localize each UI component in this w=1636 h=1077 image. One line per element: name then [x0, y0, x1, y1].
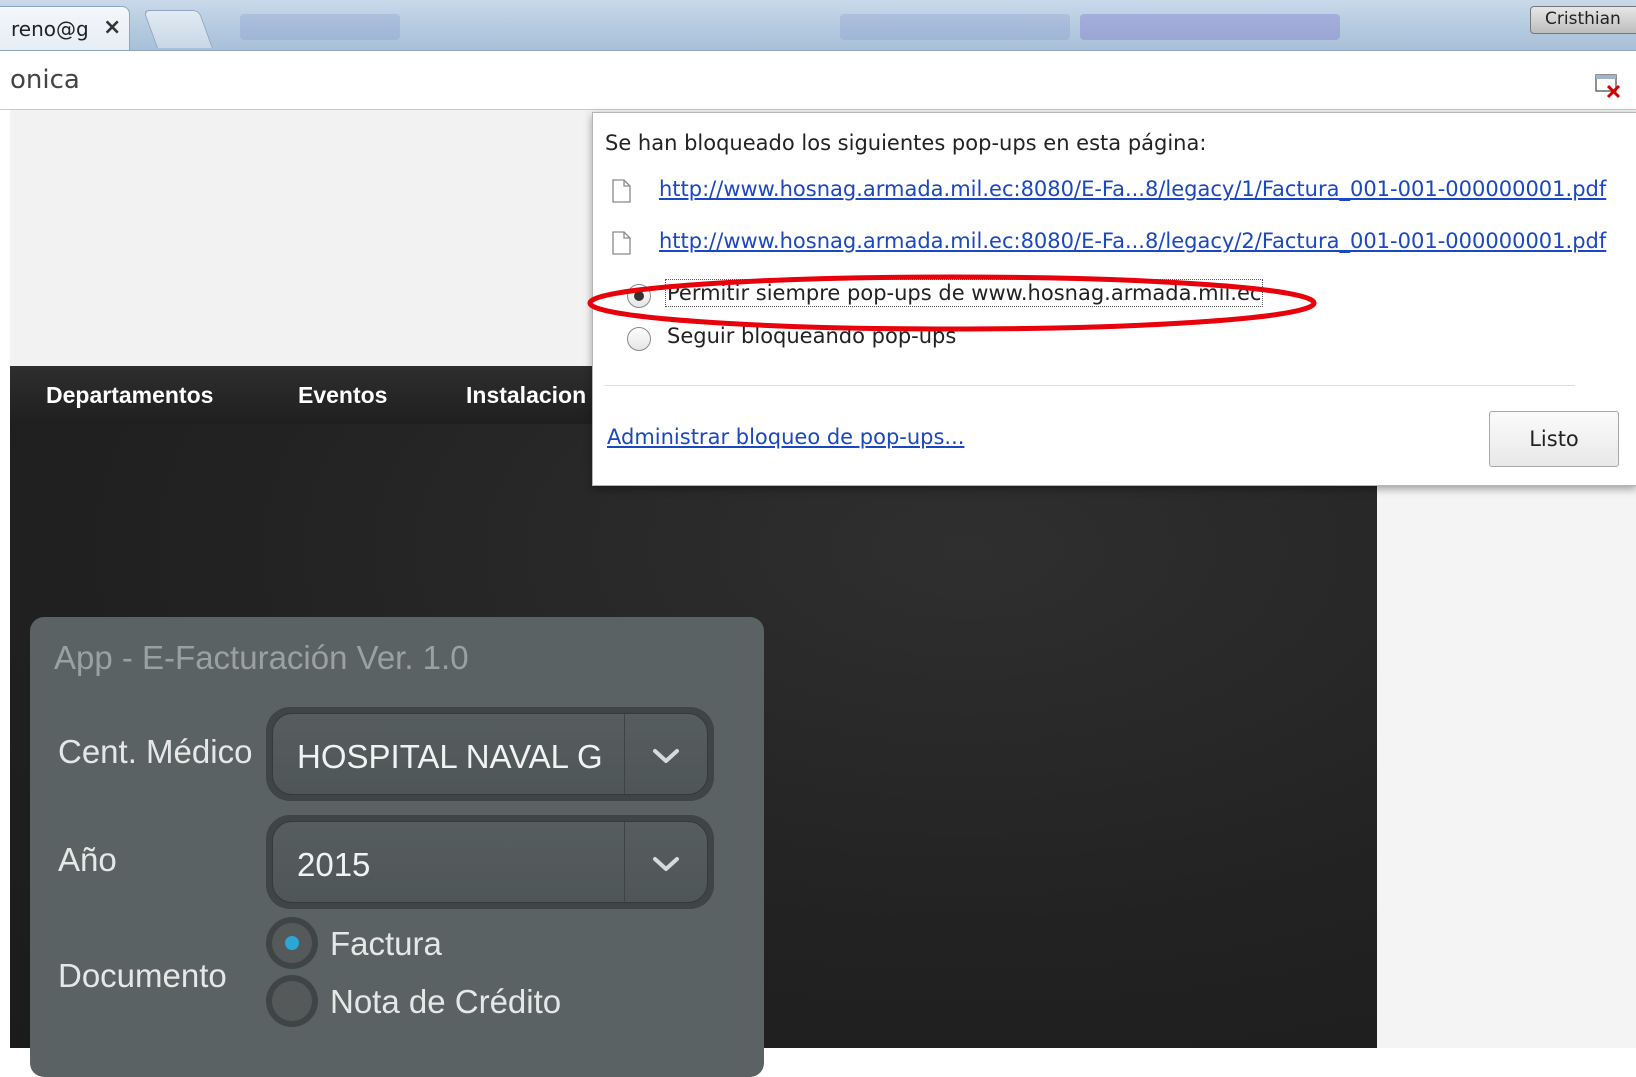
radio-selected-dot	[634, 291, 644, 301]
radio-allow-popups[interactable]	[627, 284, 651, 308]
radio-selected-dot	[285, 936, 299, 950]
year-select[interactable]: 2015	[266, 815, 714, 909]
document-icon	[612, 179, 631, 203]
nav-item-departamentos[interactable]: Departamentos	[46, 382, 213, 409]
blocked-popup-link[interactable]: http://www.hosnag.armada.mil.ec:8080/E-F…	[659, 229, 1606, 253]
separator	[605, 385, 1575, 386]
chevron-down-icon	[653, 857, 679, 871]
radio-factura-label[interactable]: Factura	[330, 925, 442, 963]
radio-factura[interactable]	[266, 917, 318, 969]
radio-keep-blocking[interactable]	[627, 327, 651, 351]
allow-popups-label[interactable]: Permitir siempre pop-ups de www.hosnag.a…	[664, 279, 1264, 307]
profile-button[interactable]: Cristhian	[1530, 6, 1636, 34]
address-text[interactable]: onica	[10, 65, 80, 95]
radio-nota-credito-label[interactable]: Nota de Crédito	[330, 983, 561, 1021]
document-icon	[612, 231, 631, 255]
nav-item-instalaciones[interactable]: Instalacion	[466, 382, 586, 409]
background-tab-blur	[840, 14, 1070, 40]
keep-blocking-label[interactable]: Seguir bloqueando pop-ups	[667, 324, 956, 348]
center-label: Cent. Médico	[58, 733, 253, 770]
radio-nota-credito[interactable]	[266, 975, 318, 1027]
background-tab-blur	[240, 14, 400, 40]
page-margin	[0, 110, 10, 1048]
page-right-area	[1377, 424, 1636, 1048]
bubble-heading: Se han bloqueado los siguientes pop-ups …	[605, 131, 1207, 155]
center-select-value: HOSPITAL NAVAL G	[297, 738, 603, 775]
chevron-down-icon	[653, 749, 679, 763]
browser-tab[interactable]: reno@g ×	[0, 6, 130, 50]
center-select[interactable]: HOSPITAL NAVAL G	[266, 707, 714, 801]
new-tab-button[interactable]	[143, 10, 213, 48]
tab-close-icon[interactable]: ×	[103, 15, 121, 40]
efacturacion-panel: App - E-Facturación Ver. 1.0 Cent. Médic…	[30, 617, 764, 1077]
blocked-popup-link[interactable]: http://www.hosnag.armada.mil.ec:8080/E-F…	[659, 177, 1606, 201]
tab-strip: reno@g × Cristhian	[0, 0, 1636, 51]
popup-blocker-bubble: Se han bloqueado los siguientes pop-ups …	[592, 112, 1636, 486]
address-bar[interactable]: onica	[0, 51, 1636, 110]
done-button[interactable]: Listo	[1489, 411, 1619, 467]
tab-title: reno@g	[11, 17, 89, 41]
document-label: Documento	[58, 957, 227, 994]
popup-blocked-icon[interactable]	[1594, 72, 1622, 100]
nav-item-eventos[interactable]: Eventos	[298, 382, 387, 409]
manage-popups-link[interactable]: Administrar bloqueo de pop-ups...	[607, 425, 964, 449]
panel-title: App - E-Facturación Ver. 1.0	[54, 639, 469, 676]
year-label: Año	[58, 841, 117, 878]
year-select-value: 2015	[297, 846, 371, 883]
background-tab-blur	[1080, 14, 1340, 40]
